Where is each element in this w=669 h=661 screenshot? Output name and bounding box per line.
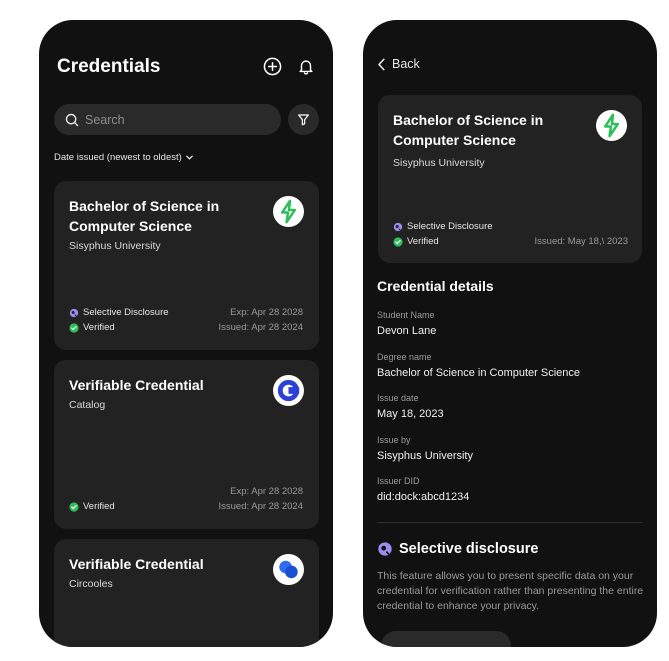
search-input[interactable] — [85, 112, 265, 127]
field-value: Devon Lane — [377, 325, 437, 337]
field-label: Issue by — [377, 435, 411, 445]
credential-card[interactable]: Verifiable Credential Circooles — [54, 539, 319, 647]
field-label: Issuer DID — [377, 476, 420, 486]
field-label: Degree name — [377, 352, 432, 362]
selective-disclosure-description: This feature allows you to present speci… — [377, 570, 644, 612]
c-logo-icon — [273, 375, 304, 406]
expiry-date: Exp: Apr 28 2028 — [230, 307, 303, 318]
search-bar[interactable] — [54, 104, 281, 135]
chevron-down-icon — [185, 155, 193, 160]
field-value: did:dock:abcd1234 — [377, 491, 470, 503]
verified-badge: Verified — [393, 236, 439, 247]
selective-disclosure-icon — [393, 222, 403, 231]
back-button[interactable]: Back — [377, 57, 420, 71]
credential-title: Bachelor of Science in Computer Science — [69, 198, 220, 234]
chevron-left-icon — [378, 58, 385, 70]
credential-card[interactable]: Verifiable Credential Catalog Verified E… — [54, 360, 319, 529]
field-label: Student Name — [377, 310, 435, 320]
bottom-action-button[interactable] — [381, 631, 511, 647]
credential-title: Bachelor of Science in Computer Science — [393, 112, 544, 148]
credential-details-heading: Credential details — [377, 278, 494, 294]
filter-icon — [298, 114, 309, 126]
notifications-button[interactable] — [295, 55, 317, 77]
selective-disclosure-heading: Selective disclosure — [377, 541, 538, 557]
credential-issuer: Sisyphus University — [69, 240, 161, 252]
sort-dropdown[interactable]: Date issued (newest to oldest) — [54, 152, 194, 163]
search-icon — [65, 113, 79, 126]
issued-date: Issued: May 18,\ 2023 — [534, 236, 628, 247]
check-circle-icon — [393, 236, 403, 247]
credential-title: Verifiable Credential — [69, 556, 204, 572]
circles-logo-icon — [273, 554, 304, 585]
expiry-date: Exp: Apr 28 2028 — [230, 486, 303, 497]
filter-button[interactable] — [288, 104, 319, 135]
page-title: Credentials — [57, 56, 161, 77]
issued-date: Issued: Apr 28 2024 — [218, 322, 303, 333]
field-value: Bachelor of Science in Computer Science — [377, 367, 580, 379]
credential-issuer: Catalog — [69, 399, 106, 411]
back-label: Back — [392, 57, 420, 71]
selective-disclosure-badge: Selective Disclosure — [393, 221, 493, 232]
credential-issuer: Circooles — [69, 578, 113, 590]
credential-issuer: Sisyphus University — [393, 157, 485, 169]
credential-title: Verifiable Credential — [69, 377, 204, 393]
credential-summary-card: Bachelor of Science in Computer Science … — [378, 95, 642, 263]
selective-disclosure-icon — [378, 542, 392, 556]
check-circle-icon — [69, 322, 79, 333]
credentials-list-screen: Credentials Date issued (newest to oldes… — [39, 20, 333, 647]
selective-disclosure-icon — [69, 308, 79, 317]
sort-label: Date issued (newest to oldest) — [54, 152, 182, 163]
bolt-logo-icon — [273, 196, 304, 227]
verified-badge: Verified — [69, 322, 115, 333]
credential-card[interactable]: Bachelor of Science in Computer Science … — [54, 181, 319, 350]
field-value: Sisyphus University — [377, 450, 473, 462]
bell-icon — [299, 59, 313, 75]
selective-disclosure-badge: Selective Disclosure — [69, 307, 169, 318]
plus-circle-icon — [263, 57, 281, 75]
field-label: Issue date — [377, 393, 419, 403]
credential-detail-screen: Back Bachelor of Science in Computer Sci… — [363, 20, 657, 647]
verified-badge: Verified — [69, 501, 115, 512]
check-circle-icon — [69, 501, 79, 512]
bolt-logo-icon — [596, 110, 627, 141]
divider — [377, 522, 643, 523]
add-credential-button[interactable] — [261, 55, 283, 77]
field-value: May 18, 2023 — [377, 408, 444, 420]
issued-date: Issued: Apr 28 2024 — [218, 501, 303, 512]
